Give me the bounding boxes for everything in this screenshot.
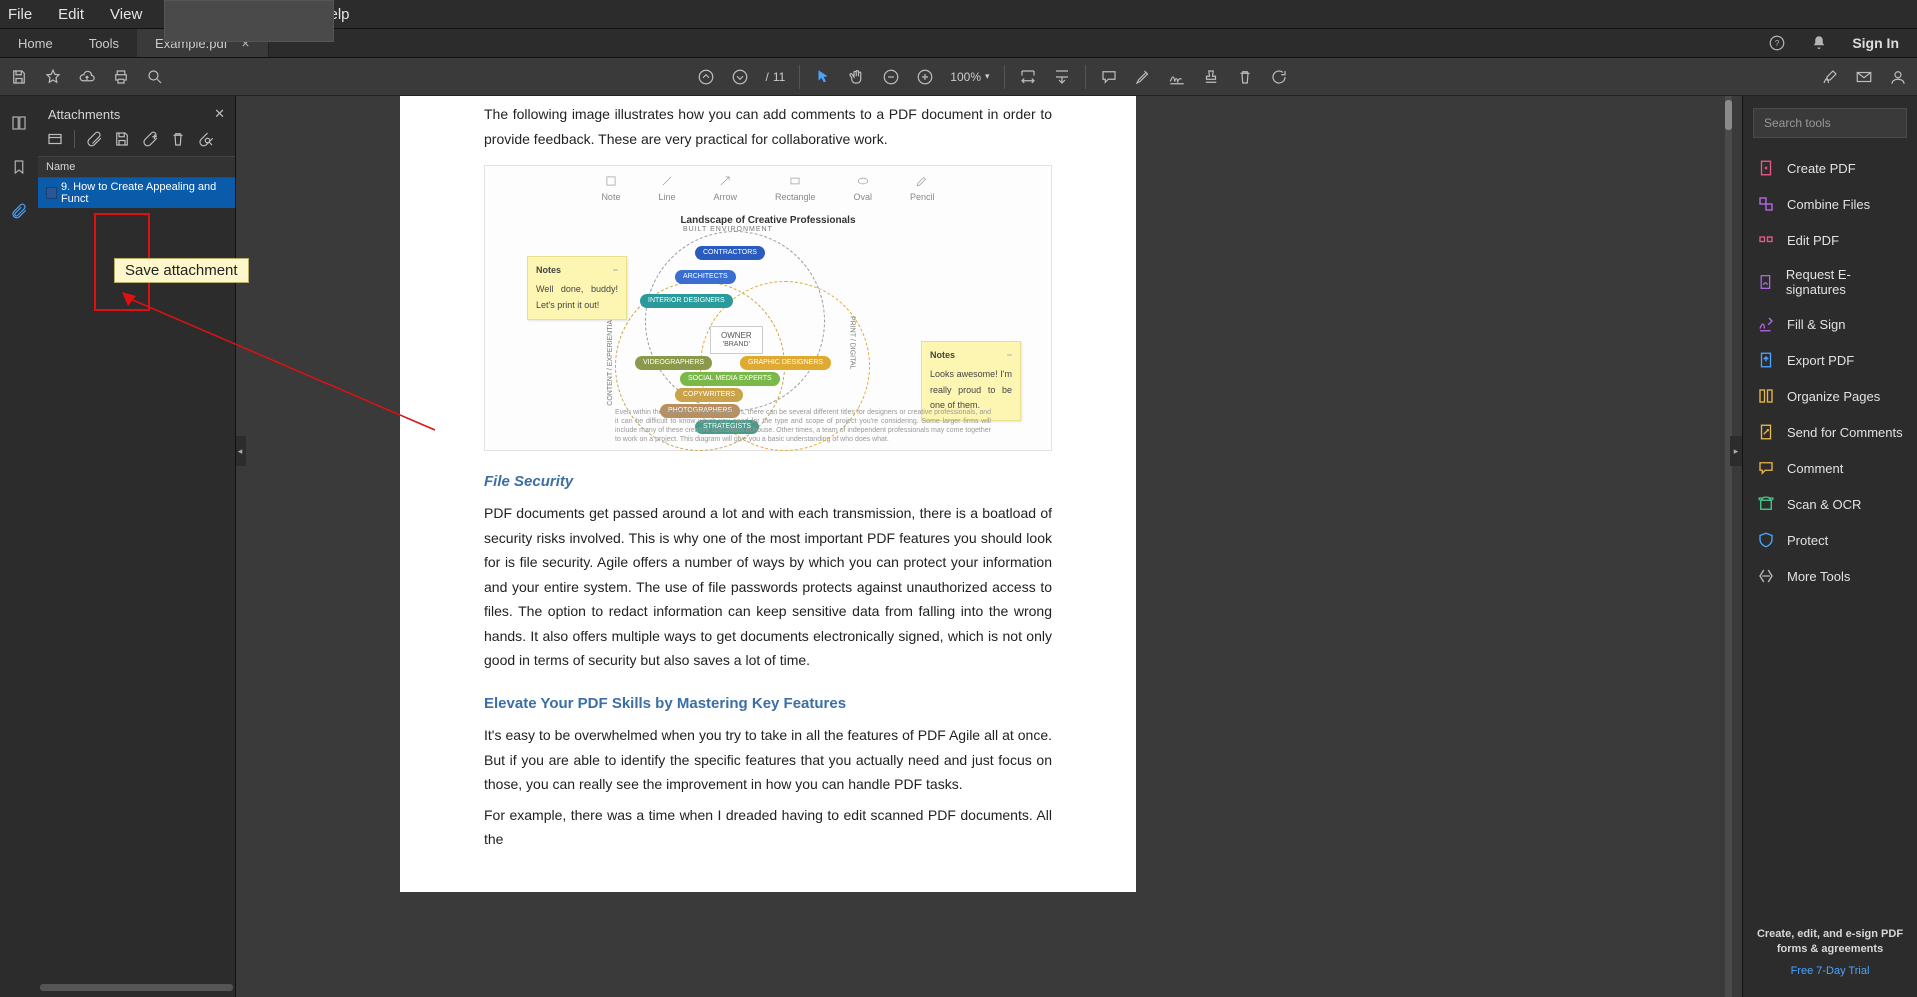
attachments-title: Attachments [48, 107, 120, 122]
doc-paragraph-elevate: It's easy to be overwhelmed when you try… [484, 723, 1052, 797]
diagram-tool-note: Note [601, 174, 620, 206]
zoom-dropdown[interactable]: 100% ▾ [950, 70, 989, 84]
rotate-icon[interactable] [1270, 68, 1288, 86]
fit-page-icon[interactable] [1053, 68, 1071, 86]
tab-home[interactable]: Home [0, 29, 71, 57]
tab-tools[interactable]: Tools [71, 29, 137, 57]
attachments-panel: Attachments ✕ Name 9. How to Create Appe… [38, 96, 236, 997]
attachment-filename: 9. How to Create Appealing and Funct [61, 181, 227, 205]
delete-icon[interactable] [1236, 68, 1254, 86]
tool-protect[interactable]: Protect [1743, 522, 1917, 558]
attachments-column-header[interactable]: Name [38, 156, 235, 178]
toolbar: / 11 100% ▾ [0, 58, 1917, 96]
zoom-in-icon[interactable] [916, 68, 934, 86]
diagram-arc-right: PRINT / DIGITAL [845, 316, 857, 369]
doc-paragraph-security: PDF documents get passed around a lot an… [484, 501, 1052, 673]
diagram-arc-top: BUILT ENVIRONMENT [683, 224, 773, 236]
document-viewport[interactable]: ◂ The following image illustrates how yo… [236, 96, 1742, 997]
sign-icon[interactable] [1168, 68, 1186, 86]
free-trial-link[interactable]: Free 7-Day Trial [1753, 964, 1907, 979]
tooltip-save-attachment: Save attachment [114, 258, 249, 283]
heading-file-security: File Security [484, 469, 1052, 495]
tool-organize[interactable]: Organize Pages [1743, 378, 1917, 414]
open-attachment-icon[interactable] [85, 130, 103, 148]
heading-elevate: Elevate Your PDF Skills by Mastering Key… [484, 691, 1052, 717]
thumbnails-icon[interactable] [10, 114, 28, 132]
right-tools-panel: ▸ Search tools Create PDF Combine Files … [1742, 96, 1917, 997]
menu-file[interactable]: File [8, 6, 32, 23]
add-attachment-icon[interactable] [141, 130, 159, 148]
tool-send-comments[interactable]: Send for Comments [1743, 414, 1917, 450]
diagram-arc-left: CONTENT / EXPERIENTIAL [605, 316, 617, 406]
bell-icon[interactable] [1810, 34, 1828, 52]
search-tools-input[interactable]: Search tools [1753, 108, 1907, 138]
word-doc-icon [46, 187, 57, 199]
page-total: 11 [773, 70, 785, 84]
stamp-icon[interactable] [1202, 68, 1220, 86]
close-panel-icon[interactable]: ✕ [214, 106, 225, 122]
zoom-out-icon[interactable] [882, 68, 900, 86]
page-input[interactable] [164, 0, 334, 42]
sign-in-link[interactable]: Sign In [1852, 35, 1899, 51]
expand-right-icon[interactable]: ▸ [1730, 436, 1742, 466]
svg-text:?: ? [1775, 39, 1780, 48]
tool-create-pdf[interactable]: Create PDF [1743, 150, 1917, 186]
attachment-row[interactable]: 9. How to Create Appealing and Funct [38, 178, 235, 208]
comment-icon[interactable] [1100, 68, 1118, 86]
search-attachment-icon[interactable] [197, 130, 215, 148]
diagram-tool-line: Line [658, 174, 675, 206]
print-icon[interactable] [112, 68, 130, 86]
menu-view[interactable]: View [110, 6, 142, 23]
diagram-tool-oval: Oval [854, 174, 873, 206]
pointer-icon[interactable] [814, 68, 832, 86]
highlight-icon[interactable] [1134, 68, 1152, 86]
page-up-icon[interactable] [697, 68, 715, 86]
tool-more[interactable]: More Tools [1743, 558, 1917, 594]
bookmark-icon[interactable] [10, 158, 28, 176]
save-icon[interactable] [10, 68, 28, 86]
diagram-tool-pencil: Pencil [910, 174, 935, 206]
tool-esign[interactable]: Request E-signatures [1743, 258, 1917, 306]
save-attachment-icon[interactable] [113, 130, 131, 148]
mail-icon[interactable] [1855, 68, 1873, 86]
vertical-scrollbar[interactable] [1725, 96, 1732, 997]
embedded-diagram: Note Line Arrow Rectangle Oval Pencil La… [484, 165, 1052, 451]
doc-paragraph-intro: The following image illustrates how you … [484, 102, 1052, 151]
pdf-page: The following image illustrates how you … [400, 96, 1136, 892]
doc-paragraph-cut: For example, there was a time when I dre… [484, 803, 1052, 852]
star-icon[interactable] [44, 68, 62, 86]
hand-icon[interactable] [848, 68, 866, 86]
menu-edit[interactable]: Edit [58, 6, 84, 23]
fit-width-icon[interactable] [1019, 68, 1037, 86]
tool-fill-sign[interactable]: Fill & Sign [1743, 306, 1917, 342]
tool-combine[interactable]: Combine Files [1743, 186, 1917, 222]
edit-text-icon[interactable] [1821, 68, 1839, 86]
help-icon[interactable]: ? [1768, 34, 1786, 52]
diagram-tool-rect: Rectangle [775, 174, 816, 206]
page-down-icon[interactable] [731, 68, 749, 86]
delete-attachment-icon[interactable] [169, 130, 187, 148]
tool-comment[interactable]: Comment [1743, 450, 1917, 486]
page-sep: / [765, 70, 768, 84]
tool-edit-pdf[interactable]: Edit PDF [1743, 222, 1917, 258]
search-icon[interactable] [146, 68, 164, 86]
page-indicator: / 11 [765, 70, 785, 84]
tool-scan-ocr[interactable]: Scan & OCR [1743, 486, 1917, 522]
attach-options-icon[interactable] [46, 130, 64, 148]
left-rail [0, 96, 38, 997]
account-icon[interactable] [1889, 68, 1907, 86]
diagram-tool-arrow: Arrow [713, 174, 737, 206]
collapse-left-icon[interactable]: ◂ [236, 436, 246, 466]
promo-banner: Create, edit, and e-sign PDFforms & agre… [1743, 915, 1917, 997]
cloud-upload-icon[interactable] [78, 68, 96, 86]
diagram-caption: Even within the various design disciplin… [615, 408, 991, 444]
tool-export[interactable]: Export PDF [1743, 342, 1917, 378]
attachment-icon[interactable] [10, 202, 28, 220]
